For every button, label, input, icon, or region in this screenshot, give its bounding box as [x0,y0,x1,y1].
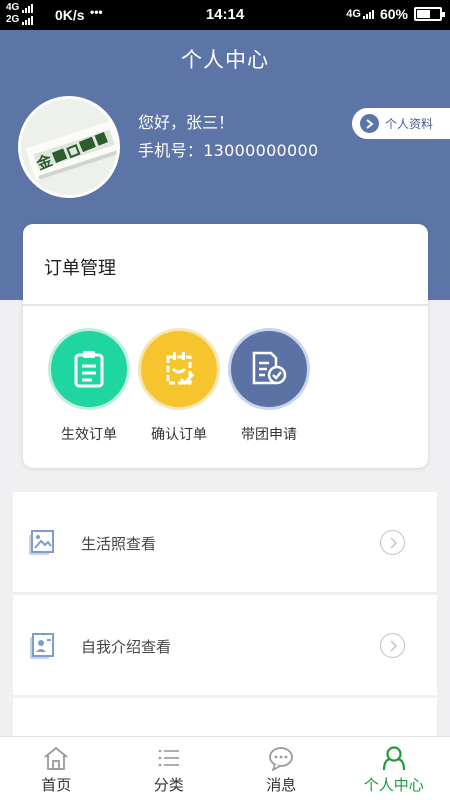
menu-item-self-intro[interactable]: 自我介绍查看 [13,595,437,695]
profile-card-icon [30,633,54,659]
status-bar: 4G 2G 0K/s ••• 14:14 4G 60% [0,0,450,30]
nav-category[interactable]: 分类 [113,737,226,800]
menu-item-label: 生活照查看 [81,535,157,553]
group-application-label: 带团申请 [241,427,297,443]
greeting-text: 您好，张三！ [138,113,235,132]
menu-item-label: 自我介绍查看 [81,638,172,656]
profile-button[interactable]: 个人资料 [352,108,450,139]
menu-item-life-photos[interactable]: 生活照查看 [13,492,437,592]
photo-icon [29,530,54,555]
profile-button-label: 个人资料 [385,117,434,131]
chevron-right-icon [380,530,405,555]
confirm-orders-label: 确认订单 [151,427,207,443]
nav-profile-label: 个人中心 [363,776,424,794]
battery-percent: 60% [379,6,408,22]
group-application-button[interactable]: 带团申请 [228,328,310,444]
nav-home-label: 首页 [41,776,72,794]
phone-number: 手机号：13000000000 [138,141,319,160]
message-icon [269,747,294,771]
nav-category-label: 分类 [153,776,184,794]
home-icon [44,746,68,770]
document-check-icon [228,328,310,410]
nav-home[interactable]: 首页 [0,737,113,800]
nav-messages-label: 消息 [266,776,297,794]
nav-profile[interactable]: 个人中心 [338,737,450,800]
chevron-right-icon [360,114,379,133]
clipboard-icon [48,328,130,410]
network-label-right: 4G [346,8,361,20]
avatar[interactable]: 金 [18,96,120,198]
divider [23,304,428,306]
order-management-title: 订单管理 [44,258,116,279]
list-icon [158,749,179,767]
nav-messages[interactable]: 消息 [225,737,338,800]
confirm-icon [138,328,220,410]
battery-icon [414,7,445,21]
order-management-card: 订单管理 生效订单 确认订单 带团申请 [23,224,428,468]
chevron-right-icon [380,633,405,658]
page-title: 个人中心 [181,48,269,72]
effective-orders-label: 生效订单 [61,427,117,443]
bottom-navigation: 首页 分类 消息 个人中心 [0,736,450,800]
user-icon [382,746,405,771]
signal-icon [362,9,374,19]
confirm-orders-button[interactable]: 确认订单 [138,328,220,444]
effective-orders-button[interactable]: 生效订单 [48,328,130,444]
